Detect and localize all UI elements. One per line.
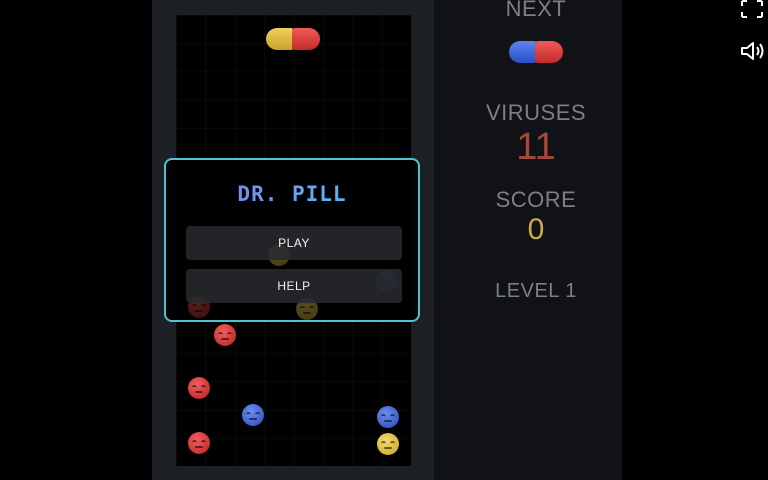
viruses-label: VIRUSES bbox=[485, 100, 587, 125]
menu-title: DR. PILL bbox=[166, 182, 418, 206]
falling-pill-right-half bbox=[292, 28, 320, 50]
score-value: 0 bbox=[527, 213, 545, 246]
next-label: NEXT bbox=[505, 0, 567, 21]
help-button[interactable]: HELP bbox=[186, 269, 402, 303]
virus-blue bbox=[242, 404, 264, 426]
play-button[interactable]: PLAY bbox=[186, 226, 402, 260]
virus-red bbox=[188, 377, 210, 399]
virus-red bbox=[188, 432, 210, 454]
next-pill-left-half bbox=[509, 41, 537, 63]
virus-yellow bbox=[377, 433, 399, 455]
score-label: SCORE bbox=[495, 187, 577, 212]
level-label: LEVEL 1 bbox=[495, 280, 577, 302]
virus-red bbox=[214, 324, 236, 346]
main-menu-dialog: DR. PILL PLAY HELP bbox=[164, 158, 420, 322]
volume-icon[interactable] bbox=[740, 40, 766, 62]
next-pill-right-half bbox=[535, 41, 563, 63]
fullscreen-icon[interactable] bbox=[741, 0, 763, 18]
falling-pill-left-half bbox=[266, 28, 294, 50]
viruses-count: 11 bbox=[516, 126, 556, 168]
virus-blue bbox=[377, 406, 399, 428]
